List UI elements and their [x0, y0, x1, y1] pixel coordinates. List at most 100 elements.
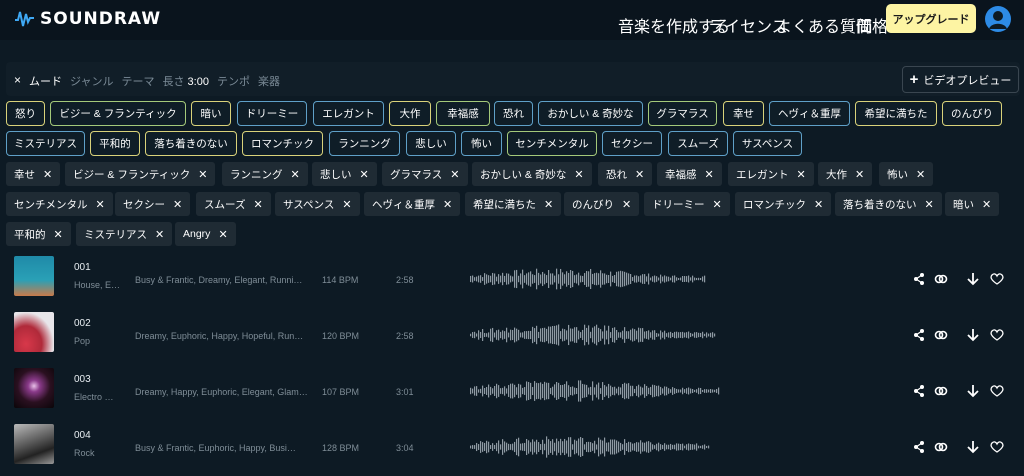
- mood-chip[interactable]: グラマラス: [648, 101, 717, 126]
- track-thumbnail[interactable]: [14, 256, 54, 296]
- remove-tag-icon[interactable]: ✕: [253, 198, 262, 211]
- mood-chip[interactable]: スムーズ: [668, 131, 728, 156]
- selected-tag[interactable]: サスペンス ✕: [275, 192, 360, 216]
- mood-chip[interactable]: 暗い: [191, 101, 231, 126]
- mood-chip[interactable]: ドリーミー: [237, 101, 307, 126]
- tab-theme[interactable]: テーマ: [121, 73, 154, 89]
- remove-tag-icon[interactable]: ✕: [342, 198, 351, 211]
- heart-icon[interactable]: [990, 440, 1004, 454]
- selected-tag[interactable]: センチメンタル ✕: [6, 192, 113, 216]
- selected-tag[interactable]: ロマンチック ✕: [735, 192, 832, 216]
- heart-icon[interactable]: [990, 272, 1004, 286]
- mood-chip[interactable]: 幸せ: [723, 101, 764, 126]
- remove-tag-icon[interactable]: ✕: [360, 168, 369, 181]
- remove-tag-icon[interactable]: ✕: [713, 198, 722, 211]
- remove-tag-icon[interactable]: ✕: [173, 198, 182, 211]
- video-preview-button[interactable]: + ビデオプレビュー: [902, 66, 1019, 93]
- remove-tag-icon[interactable]: ✕: [574, 168, 583, 181]
- selected-tag[interactable]: ランニング ✕: [222, 162, 308, 186]
- mood-chip[interactable]: ロマンチック: [242, 131, 323, 156]
- selected-tag[interactable]: 希望に満ちた ✕: [465, 192, 562, 216]
- selected-tag[interactable]: 暗い ✕: [945, 192, 1000, 216]
- mood-chip[interactable]: 恐れ: [494, 101, 533, 126]
- download-icon[interactable]: [966, 272, 980, 286]
- mood-chip[interactable]: 怒り: [6, 101, 45, 126]
- track-waveform[interactable]: [470, 435, 710, 459]
- mood-chip[interactable]: セクシー: [602, 131, 662, 156]
- mood-chip[interactable]: サスペンス: [733, 131, 802, 156]
- remove-tag-icon[interactable]: ✕: [916, 168, 925, 181]
- mood-chip[interactable]: エレガント: [313, 101, 384, 126]
- heart-icon[interactable]: [990, 384, 1004, 398]
- link-icon[interactable]: [934, 440, 948, 454]
- mood-chip[interactable]: ビジー & フランティック: [50, 101, 186, 126]
- remove-tag-icon[interactable]: ✕: [925, 198, 934, 211]
- tab-length[interactable]: 長さ 3:00: [162, 73, 208, 89]
- selected-tag[interactable]: ドリーミー ✕: [644, 192, 730, 216]
- remove-tag-icon[interactable]: ✕: [96, 198, 105, 211]
- tab-genre[interactable]: ジャンル: [70, 73, 113, 89]
- remove-tag-icon[interactable]: ✕: [43, 168, 52, 181]
- track-thumbnail[interactable]: [14, 424, 54, 464]
- selected-tag[interactable]: 恐れ ✕: [598, 162, 653, 186]
- selected-tag[interactable]: ビジー & フランティック ✕: [65, 162, 216, 186]
- remove-tag-icon[interactable]: ✕: [155, 228, 164, 241]
- user-avatar-icon[interactable]: [985, 6, 1011, 32]
- heart-icon[interactable]: [990, 328, 1004, 342]
- remove-tag-icon[interactable]: ✕: [814, 198, 823, 211]
- tab-tempo[interactable]: テンポ: [217, 73, 250, 89]
- mood-chip[interactable]: ミステリアス: [6, 131, 85, 156]
- selected-tag[interactable]: 悲しい ✕: [312, 162, 377, 186]
- track-waveform[interactable]: [470, 267, 706, 291]
- mood-chip[interactable]: ヘヴィ＆重厚: [769, 101, 850, 126]
- tab-mood[interactable]: ムード: [29, 73, 62, 89]
- selected-tag[interactable]: 幸福感 ✕: [657, 162, 722, 186]
- link-icon[interactable]: [934, 272, 948, 286]
- link-icon[interactable]: [934, 384, 948, 398]
- track-row[interactable]: 002 Pop Dreamy, Euphoric, Happy, Hopeful…: [0, 308, 1024, 360]
- mood-chip[interactable]: おかしい & 奇妙な: [538, 101, 643, 126]
- selected-tag[interactable]: エレガント ✕: [728, 162, 814, 186]
- remove-tag-icon[interactable]: ✕: [705, 168, 714, 181]
- selected-tag[interactable]: グラマラス ✕: [382, 162, 468, 186]
- track-thumbnail[interactable]: [14, 368, 54, 408]
- remove-tag-icon[interactable]: ✕: [544, 198, 553, 211]
- download-icon[interactable]: [966, 328, 980, 342]
- close-filter-icon[interactable]: ×: [14, 73, 21, 89]
- upgrade-button[interactable]: アップグレード: [886, 4, 976, 33]
- track-waveform[interactable]: [470, 323, 716, 347]
- selected-tag[interactable]: 幸せ ✕: [6, 162, 61, 186]
- nav-pricing[interactable]: 価格: [856, 13, 888, 37]
- remove-tag-icon[interactable]: ✕: [218, 228, 227, 241]
- selected-tag[interactable]: ミステリアス ✕: [76, 222, 173, 246]
- remove-tag-icon[interactable]: ✕: [443, 198, 452, 211]
- remove-tag-icon[interactable]: ✕: [797, 168, 806, 181]
- selected-tag[interactable]: セクシー ✕: [115, 192, 191, 216]
- share-icon[interactable]: [912, 384, 926, 398]
- track-row[interactable]: 003 Electro … Dreamy, Happy, Euphoric, E…: [0, 364, 1024, 416]
- remove-tag-icon[interactable]: ✕: [54, 228, 63, 241]
- remove-tag-icon[interactable]: ✕: [291, 168, 300, 181]
- remove-tag-icon[interactable]: ✕: [198, 168, 207, 181]
- mood-chip[interactable]: のんびり: [942, 101, 1002, 126]
- mood-chip[interactable]: 平和的: [90, 131, 140, 156]
- mood-chip[interactable]: 悲しい: [406, 131, 456, 156]
- remove-tag-icon[interactable]: ✕: [635, 168, 644, 181]
- link-icon[interactable]: [934, 328, 948, 342]
- selected-tag[interactable]: Angry ✕: [175, 222, 236, 246]
- selected-tag[interactable]: 大作 ✕: [818, 162, 873, 186]
- remove-tag-icon[interactable]: ✕: [982, 198, 991, 211]
- selected-tag[interactable]: スムーズ ✕: [196, 192, 271, 216]
- soundraw-logo[interactable]: SOUNDRAW: [14, 8, 161, 30]
- tab-instruments[interactable]: 楽器: [258, 73, 280, 89]
- selected-tag[interactable]: 平和的 ✕: [6, 222, 71, 246]
- mood-chip[interactable]: 大作: [389, 101, 431, 126]
- mood-chip[interactable]: 希望に満ちた: [855, 101, 937, 126]
- track-waveform[interactable]: [470, 379, 720, 403]
- selected-tag[interactable]: 怖い ✕: [879, 162, 934, 186]
- mood-chip[interactable]: 怖い: [461, 131, 502, 156]
- mood-chip[interactable]: 幸福感: [436, 101, 490, 126]
- remove-tag-icon[interactable]: ✕: [622, 198, 631, 211]
- selected-tag[interactable]: のんびり ✕: [564, 192, 640, 216]
- mood-chip[interactable]: ランニング: [329, 131, 400, 156]
